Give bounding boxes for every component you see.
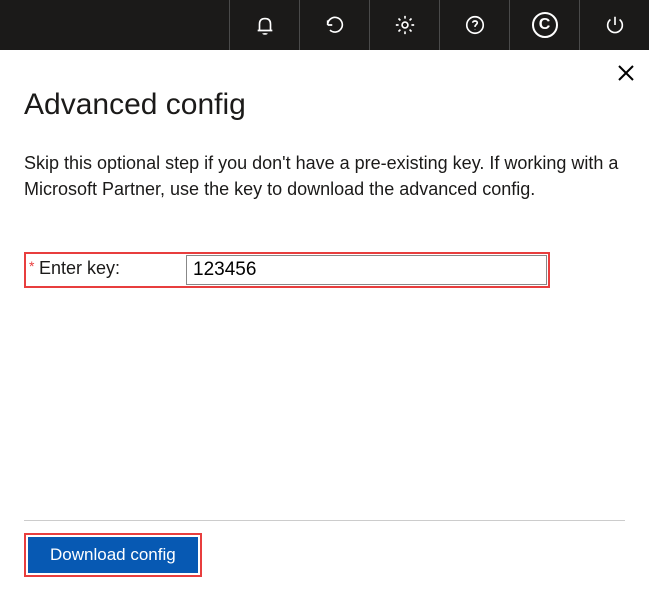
- description-text: Skip this optional step if you don't hav…: [24, 150, 625, 202]
- enter-key-field: * Enter key:: [24, 252, 550, 288]
- download-config-button[interactable]: Download config: [28, 537, 198, 573]
- topbar: C: [0, 0, 649, 50]
- download-button-highlight: Download config: [24, 533, 202, 577]
- refresh-icon[interactable]: [299, 0, 369, 50]
- power-icon[interactable]: [579, 0, 649, 50]
- help-icon[interactable]: [439, 0, 509, 50]
- page-title: Advanced config: [24, 88, 625, 122]
- required-mark: *: [29, 258, 34, 274]
- enter-key-label: Enter key:: [26, 254, 186, 286]
- copyright-glyph: C: [532, 12, 558, 38]
- panel-footer: Download config: [24, 520, 625, 593]
- copyright-icon[interactable]: C: [509, 0, 579, 50]
- enter-key-input[interactable]: [186, 255, 547, 285]
- gear-icon[interactable]: [369, 0, 439, 50]
- advanced-config-panel: Advanced config Skip this optional step …: [0, 50, 649, 593]
- bell-icon[interactable]: [229, 0, 299, 50]
- close-icon[interactable]: [615, 62, 637, 84]
